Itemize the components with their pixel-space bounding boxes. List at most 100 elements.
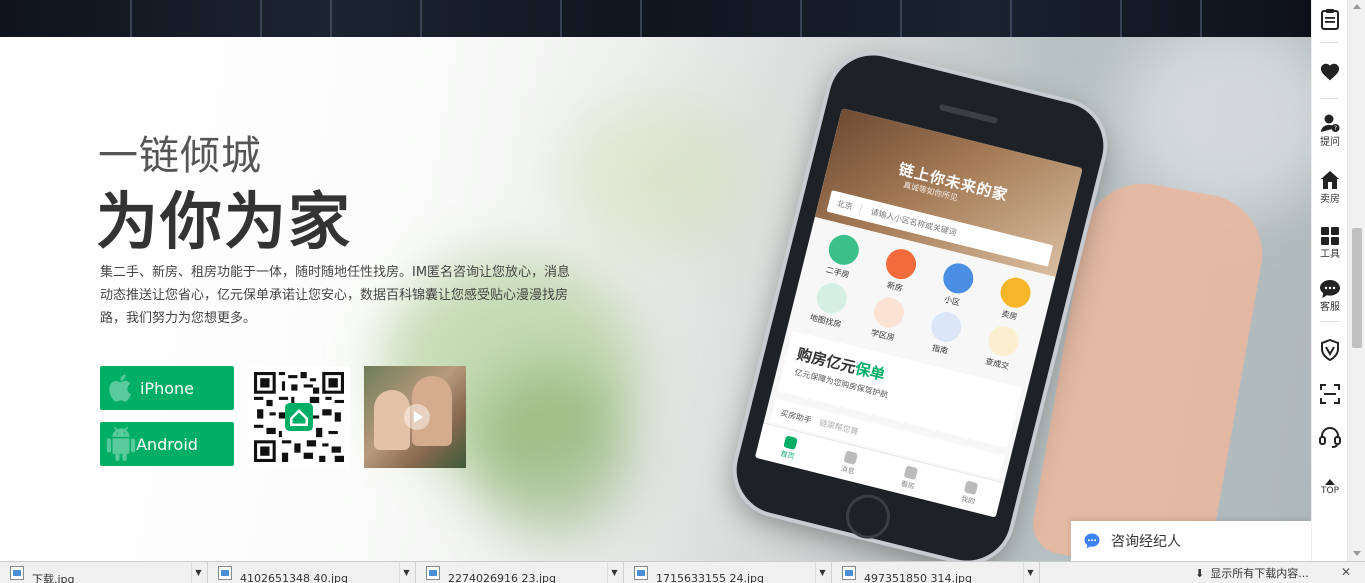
page-scrollbar[interactable] <box>1347 0 1365 561</box>
arrow-up-icon <box>1325 479 1335 485</box>
toolbar-sell-label: 卖房 <box>1320 194 1340 205</box>
close-icon[interactable]: ✕ <box>1341 565 1351 579</box>
clipboard-icon <box>1321 9 1339 30</box>
download-item[interactable]: 497351850 314.jpg ▼ <box>832 561 1040 583</box>
screen-icon-secondhand: 二手房 <box>808 228 876 285</box>
chevron-down-icon[interactable]: ▼ <box>399 561 413 583</box>
qr-code-icon <box>254 372 344 462</box>
assistant-title: 买房助手 <box>779 408 813 425</box>
show-all-downloads[interactable]: ⬇ 显示所有下载内容... <box>1195 562 1309 583</box>
sell-house-icon <box>1321 171 1339 189</box>
chevron-down-icon[interactable]: ▼ <box>191 561 205 583</box>
download-item-name: 4102651348 40.jpg <box>240 572 348 583</box>
scroll-up-icon[interactable] <box>1353 4 1361 9</box>
phone-home-button <box>841 489 895 544</box>
chevron-down-icon[interactable]: ▼ <box>607 561 621 583</box>
scan-icon <box>1320 384 1340 404</box>
show-all-downloads-label: 显示所有下载内容... <box>1210 567 1309 580</box>
download-arrow-icon: ⬇ <box>1195 566 1205 580</box>
hero-section: 链上你未来的家 真诚等如你所见 北京 请输入小区名称或关键词 二手房 新房 小区… <box>0 37 1311 561</box>
chevron-down-icon[interactable]: ▼ <box>815 561 829 583</box>
ask-icon: ? <box>1321 114 1340 132</box>
toolbar-sell[interactable]: 卖房 <box>1312 170 1348 205</box>
android-download-button[interactable]: Android <box>100 422 234 466</box>
image-file-icon <box>218 565 232 580</box>
toolbar-clipboard[interactable] <box>1312 8 1348 30</box>
screen-icon-deals: 查成交 <box>967 319 1035 376</box>
iphone-download-button[interactable]: iPhone <box>100 366 234 410</box>
headset-icon <box>1319 427 1341 448</box>
image-file-icon <box>10 565 24 580</box>
screen-icon-guide: 指南 <box>910 305 978 362</box>
android-download-label: Android <box>136 434 198 454</box>
calendar-icon <box>903 464 919 480</box>
toolbar-service[interactable]: 客服 <box>1312 280 1348 313</box>
hero-title-line2: 为你为家 <box>96 185 353 258</box>
consult-agent-button[interactable]: 咨询经纪人 <box>1071 521 1311 561</box>
download-item-name: 2274026916 23.jpg <box>448 572 556 583</box>
download-item[interactable]: 1715633155 24.jpg ▼ <box>624 561 832 583</box>
toolbar-support[interactable] <box>1312 426 1348 448</box>
shield-icon <box>1321 339 1339 361</box>
message-icon <box>843 449 859 465</box>
apple-icon <box>109 374 132 402</box>
screen-icon-new: 新房 <box>865 242 933 299</box>
toolbar-tools-label: 工具 <box>1320 249 1340 260</box>
school-icon <box>870 294 907 331</box>
home-icon <box>783 434 798 450</box>
right-toolbar: ? 提问 卖房 工具 客服 TOP <box>1311 0 1347 561</box>
phone-screen: 链上你未来的家 真诚等如你所见 北京 请输入小区名称或关键词 二手房 新房 小区… <box>754 108 1083 518</box>
download-item[interactable]: 4102651348 40.jpg ▼ <box>208 561 416 583</box>
assistant-note: 链家帮您算 <box>818 417 860 437</box>
community-icon <box>939 260 976 297</box>
tools-icon <box>1321 227 1339 245</box>
toolbar-scan[interactable] <box>1312 384 1348 404</box>
toolbar-ask[interactable]: ? 提问 <box>1312 113 1348 148</box>
heart-icon <box>1320 63 1340 81</box>
handshake-icon <box>984 322 1022 360</box>
hero-description: 集二手、新房、租房功能于一体，随时随地任性找房。IM匿名咨询让您放心，消息动态推… <box>100 265 571 326</box>
android-icon <box>106 427 136 461</box>
svg-text:?: ? <box>1334 125 1337 132</box>
toolbar-tools[interactable]: 工具 <box>1312 227 1348 260</box>
chat-icon <box>1320 280 1340 298</box>
scroll-down-icon[interactable] <box>1353 551 1361 556</box>
guide-icon <box>927 308 964 345</box>
top-banner-strip <box>0 0 1311 37</box>
download-item-name: 497351850 314.jpg <box>864 572 972 583</box>
screen-icon-sell: 卖房 <box>979 271 1047 328</box>
new-house-icon <box>882 245 919 283</box>
toolbar-ask-label: 提问 <box>1320 137 1340 148</box>
toolbar-favorites[interactable] <box>1312 61 1348 81</box>
phone-speaker <box>938 103 999 125</box>
chat-bubble-icon <box>1084 533 1100 549</box>
toolbar-service-label: 客服 <box>1320 302 1340 313</box>
scroll-thumb[interactable] <box>1352 228 1362 348</box>
promo-video-thumbnail[interactable] <box>364 366 466 468</box>
chevron-down-icon[interactable]: ▼ <box>1023 561 1037 583</box>
toolbar-top-label: TOP <box>1320 486 1339 496</box>
screen-city: 北京 <box>827 195 863 215</box>
consult-agent-label: 咨询经纪人 <box>1111 534 1181 550</box>
map-icon <box>813 280 850 317</box>
user-icon <box>963 479 979 495</box>
sell-icon <box>996 274 1034 311</box>
download-item[interactable]: 2274026916 23.jpg ▼ <box>416 561 624 583</box>
download-item-name: 1715633155 24.jpg <box>656 572 764 583</box>
image-file-icon <box>842 565 856 580</box>
screen-icon-community: 小区 <box>922 257 990 314</box>
download-item-name: 下载.jpg <box>32 572 75 583</box>
screen-icon-map: 地图找房 <box>796 277 864 334</box>
iphone-download-label: iPhone <box>139 378 194 398</box>
house-icon <box>825 231 862 268</box>
promo-title-b: 保单 <box>853 359 887 385</box>
toolbar-back-to-top[interactable]: TOP <box>1312 478 1348 496</box>
screen-icon-school: 学区房 <box>853 291 921 348</box>
image-file-icon <box>426 565 440 580</box>
app-qr-code <box>248 366 350 468</box>
image-file-icon <box>634 565 648 580</box>
download-shelf: 下载.jpg ▼ 4102651348 40.jpg ▼ 2274026916 … <box>0 561 1365 583</box>
play-icon <box>404 404 430 430</box>
download-item[interactable]: 下载.jpg ▼ <box>0 561 208 583</box>
toolbar-security[interactable] <box>1312 339 1348 361</box>
